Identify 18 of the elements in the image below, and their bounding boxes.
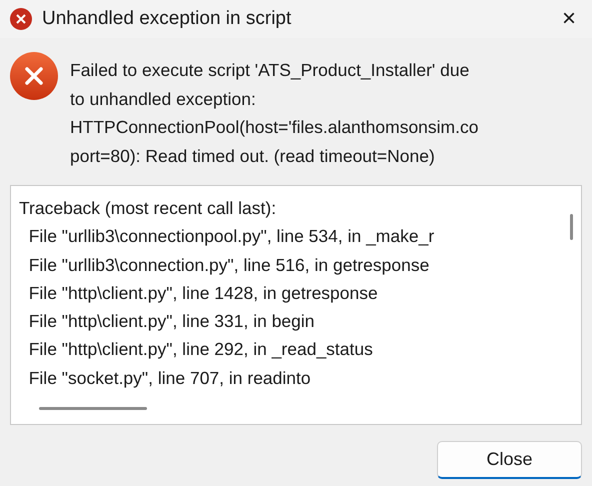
- message-line: Failed to execute script 'ATS_Product_Installer' due: [70, 59, 470, 82]
- close-button[interactable]: Close: [437, 441, 582, 479]
- traceback-line: File "urllib3\connectionpool.py", line 534, in _make_r: [28, 225, 436, 248]
- traceback-line: Traceback (most recent call last):: [18, 197, 278, 220]
- message-line: HTTPConnectionPool(host='files.alanthomsonsim.co: [70, 116, 478, 139]
- message-line: port=80): Read timed out. (read timeout=None): [70, 144, 436, 168]
- error-icon: [10, 8, 32, 30]
- close-button[interactable]: ×: [562, 5, 576, 33]
- message-line: to unhandled exception:: [70, 88, 257, 111]
- error-icon: [10, 52, 58, 100]
- traceback-line: File "http\client.py", line 1428, in getresponse: [28, 282, 379, 305]
- traceback-line: File "socket.py", line 707, in readinto: [28, 366, 312, 390]
- traceback-line: File "urllib3\connection.py", line 516, in getresponse: [28, 254, 430, 277]
- traceback-line: File "http\client.py", line 292, in _read_status: [28, 338, 374, 362]
- vertical-scrollbar[interactable]: [570, 214, 573, 240]
- horizontal-scrollbar[interactable]: [39, 407, 147, 410]
- window-title: Unhandled exception in script: [42, 8, 292, 30]
- traceback-line: File "http\client.py", line 331, in begin: [28, 310, 316, 334]
